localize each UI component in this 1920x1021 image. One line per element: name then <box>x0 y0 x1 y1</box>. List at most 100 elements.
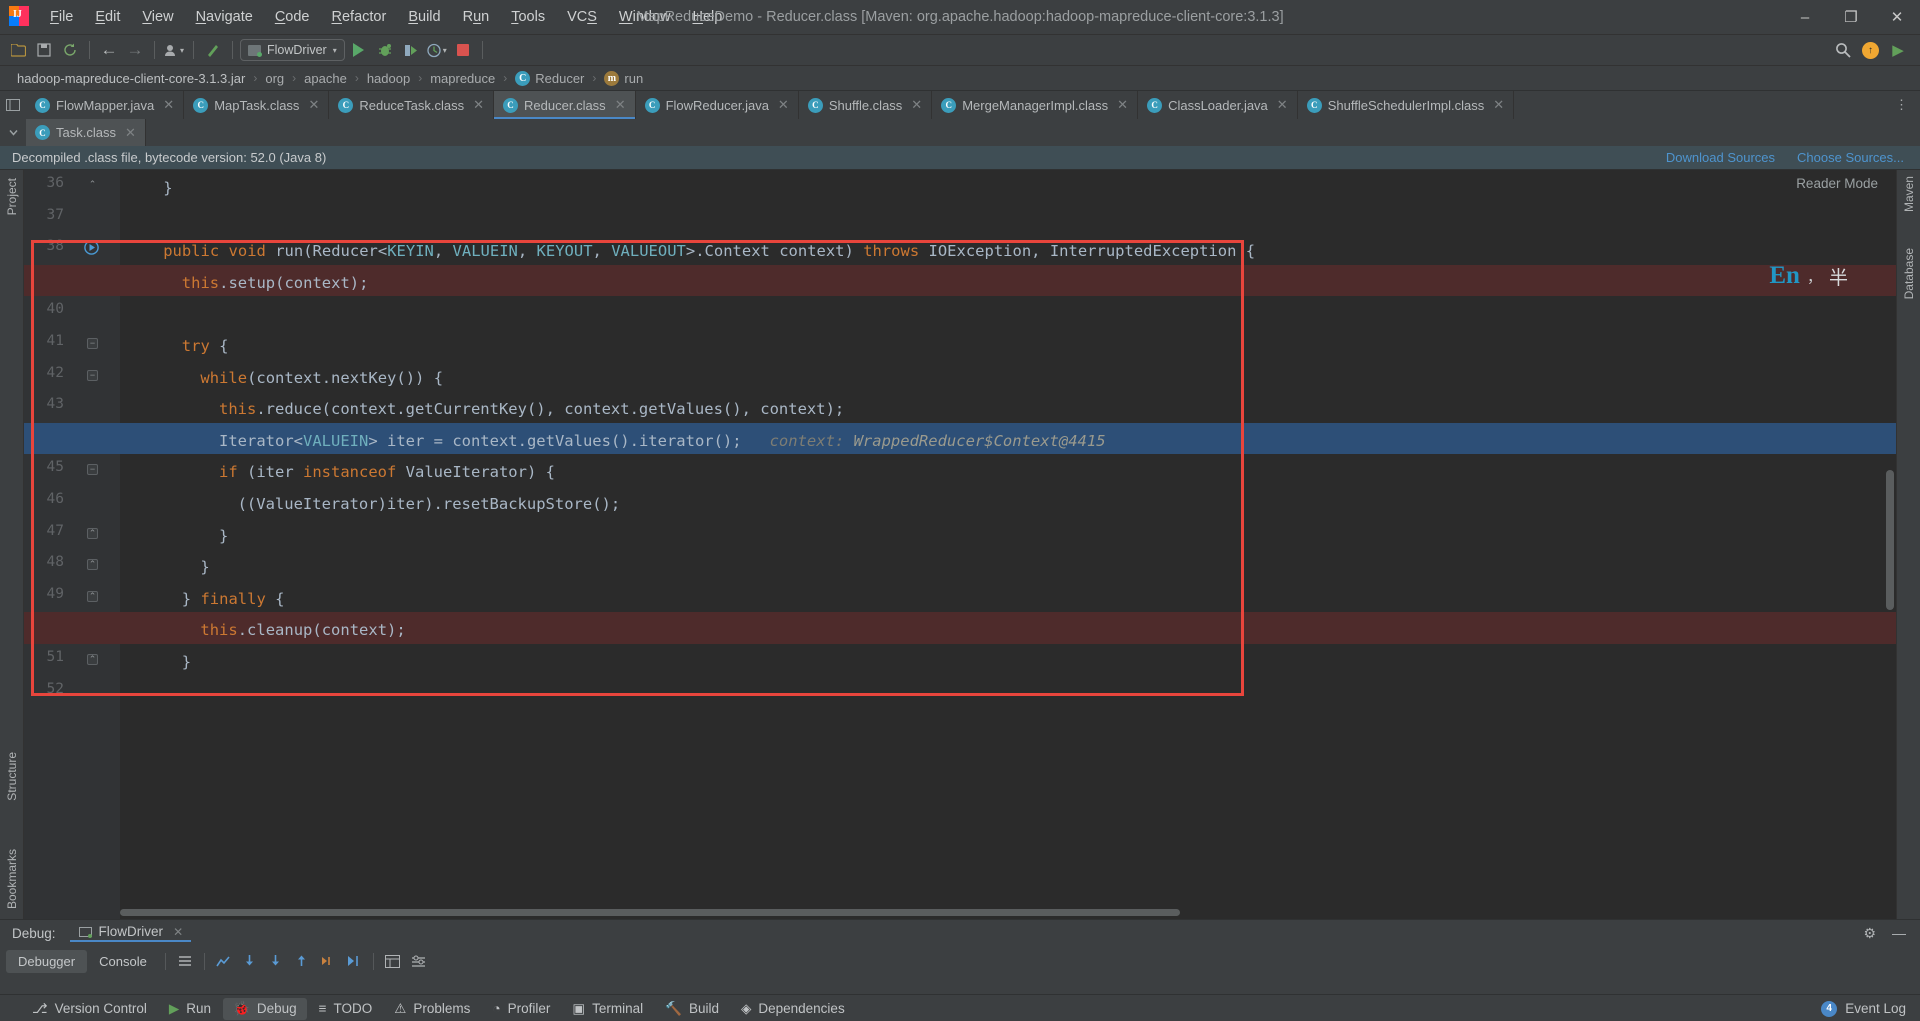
tab-shuffleschedulerimpl-class[interactable]: C ShuffleSchedulerImpl.class ✕ <box>1298 91 1515 119</box>
code-line[interactable]: Iterator<VALUEIN> iter = context.getValu… <box>120 426 1106 458</box>
menu-bar[interactable]: File Edit View Navigate Code Refactor Bu… <box>39 6 733 29</box>
tab-mergemanagerimpl-class[interactable]: C MergeManagerImpl.class ✕ <box>932 91 1139 119</box>
close-icon[interactable]: ✕ <box>173 925 183 939</box>
profiler-button[interactable]: ▾ <box>425 38 449 62</box>
menu-vcs[interactable]: VCS <box>556 6 608 29</box>
hide-panel-icon[interactable]: — <box>1892 925 1906 942</box>
code-fold-icon[interactable]: ⌃ <box>87 559 98 571</box>
code-fold-icon[interactable]: − <box>87 369 98 381</box>
close-icon[interactable]: ✕ <box>473 97 484 113</box>
code-fold-icon[interactable]: − <box>87 464 98 476</box>
drop-frame-icon[interactable] <box>315 949 341 973</box>
build-hammer-icon[interactable] <box>201 38 225 62</box>
code-content[interactable]: } public void run(Reducer<KEYIN, VALUEIN,… <box>24 170 1896 919</box>
tab-task-class[interactable]: C Task.class ✕ <box>26 119 146 146</box>
close-icon[interactable]: ✕ <box>308 97 319 113</box>
menu-tools[interactable]: Tools <box>500 6 556 29</box>
back-icon[interactable]: ← <box>97 38 121 62</box>
editor-horizontal-scrollbar[interactable] <box>120 909 1886 919</box>
tab-classloader-java[interactable]: C ClassLoader.java ✕ <box>1138 91 1298 119</box>
bottom-item-version-control[interactable]: ⎇ Version Control <box>22 998 157 1020</box>
code-line[interactable]: } <box>120 552 209 584</box>
close-icon[interactable]: ✕ <box>615 97 626 113</box>
tool-window-maven[interactable]: Maven <box>1902 176 1916 212</box>
menu-build[interactable]: Build <box>397 6 451 29</box>
code-line[interactable]: } <box>120 647 191 679</box>
tab-list-icon[interactable] <box>0 91 26 119</box>
code-line[interactable]: this.cleanup(context); <box>120 615 405 647</box>
tab-overflow-icon[interactable]: ⋮ <box>1883 91 1920 119</box>
sync-icon[interactable] <box>58 38 82 62</box>
settings-gear-icon[interactable]: ⚙ <box>1863 925 1876 942</box>
code-line[interactable]: if (iter instanceof ValueIterator) { <box>120 457 555 489</box>
menu-code[interactable]: Code <box>264 6 321 29</box>
menu-view[interactable]: View <box>131 6 184 29</box>
reader-mode-label[interactable]: Reader Mode <box>1796 176 1878 191</box>
tool-window-project[interactable]: Project <box>5 178 19 215</box>
bottom-item-todo[interactable]: ≡ TODO <box>309 998 383 1019</box>
evaluate-expression-icon[interactable] <box>380 949 406 973</box>
breadcrumb-apache[interactable]: apache <box>299 71 352 86</box>
debug-session-tab[interactable]: FlowDriver ✕ <box>69 924 192 942</box>
breadcrumb-mapreduce[interactable]: mapreduce <box>425 71 500 86</box>
bottom-item-dependencies[interactable]: ◈ Dependencies <box>731 998 855 1020</box>
close-button[interactable]: ✕ <box>1874 0 1920 34</box>
code-line[interactable]: } <box>120 521 228 553</box>
code-line[interactable] <box>120 299 126 331</box>
code-line[interactable]: this.reduce(context.getCurrentKey(), con… <box>120 394 844 426</box>
code-line[interactable]: } <box>120 173 172 205</box>
run-button[interactable] <box>347 38 371 62</box>
step-into-icon[interactable] <box>263 949 289 973</box>
close-icon[interactable]: ✕ <box>163 97 174 113</box>
tab-collapse-icon[interactable] <box>0 119 26 146</box>
bottom-item-profiler[interactable]: ◔ Profiler <box>482 998 560 1019</box>
code-line[interactable] <box>120 679 126 711</box>
breadcrumb-method[interactable]: m run <box>599 70 648 86</box>
run-to-cursor-icon[interactable] <box>341 949 367 973</box>
menu-refactor[interactable]: Refactor <box>321 6 398 29</box>
tab-shuffle-class[interactable]: C Shuffle.class ✕ <box>799 91 933 119</box>
tab-debugger[interactable]: Debugger <box>6 949 88 973</box>
show-execution-point-icon[interactable] <box>211 949 237 973</box>
event-log-group[interactable]: 4 Event Log <box>1821 1000 1920 1017</box>
code-line[interactable]: try { <box>120 331 229 363</box>
tab-console[interactable]: Console <box>87 950 159 973</box>
code-line[interactable]: } finally { <box>120 584 285 616</box>
close-icon[interactable]: ✕ <box>911 97 922 113</box>
search-everywhere-icon[interactable] <box>1831 38 1855 62</box>
menu-run[interactable]: Run <box>452 6 501 29</box>
tab-maptask-class[interactable]: C MapTask.class ✕ <box>184 91 330 119</box>
layout-settings-icon[interactable] <box>406 949 432 973</box>
tab-flowmapper-java[interactable]: C FlowMapper.java ✕ <box>26 91 185 119</box>
stop-button[interactable] <box>451 38 475 62</box>
tab-reducer-class[interactable]: C Reducer.class ✕ <box>494 91 636 119</box>
event-log-label[interactable]: Event Log <box>1845 1001 1906 1016</box>
profile-icon[interactable]: ▾ <box>162 38 186 62</box>
code-fold-icon[interactable]: ⌃ <box>87 590 98 602</box>
step-out-icon[interactable] <box>289 949 315 973</box>
code-line[interactable]: while(context.nextKey()) { <box>120 363 443 395</box>
code-fold-icon[interactable]: ⌃ <box>87 180 98 191</box>
bottom-item-terminal[interactable]: ▣ Terminal <box>562 998 653 1020</box>
frames-icon[interactable] <box>172 949 198 973</box>
step-over-icon[interactable] <box>237 949 263 973</box>
code-line[interactable]: this.setup(context); <box>120 268 369 300</box>
code-editor[interactable]: 36⌃3738394041−42−434445−4647⌃48⌃49⌃5051⌃… <box>24 170 1896 919</box>
menu-edit[interactable]: Edit <box>84 6 131 29</box>
debug-button[interactable] <box>373 38 397 62</box>
run-configuration-selector[interactable]: FlowDriver ▾ <box>240 39 345 61</box>
tool-window-database[interactable]: Database <box>1902 248 1916 299</box>
code-line[interactable]: public void run(Reducer<KEYIN, VALUEIN, … <box>120 236 1255 268</box>
ide-services-icon[interactable]: ▶ <box>1886 38 1910 62</box>
maximize-button[interactable]: ❐ <box>1828 0 1874 34</box>
menu-help[interactable]: Help <box>681 6 733 29</box>
tab-flowreducer-java[interactable]: C FlowReducer.java ✕ <box>636 91 799 119</box>
menu-file[interactable]: File <box>39 6 84 29</box>
menu-window[interactable]: Window <box>608 6 682 29</box>
code-line[interactable]: ((ValueIterator)iter).resetBackupStore()… <box>120 489 621 521</box>
code-line[interactable] <box>120 205 126 237</box>
minimize-button[interactable]: – <box>1782 0 1828 34</box>
tool-window-bookmarks[interactable]: Bookmarks <box>5 849 19 909</box>
menu-navigate[interactable]: Navigate <box>185 6 264 29</box>
close-icon[interactable]: ✕ <box>1493 97 1504 113</box>
